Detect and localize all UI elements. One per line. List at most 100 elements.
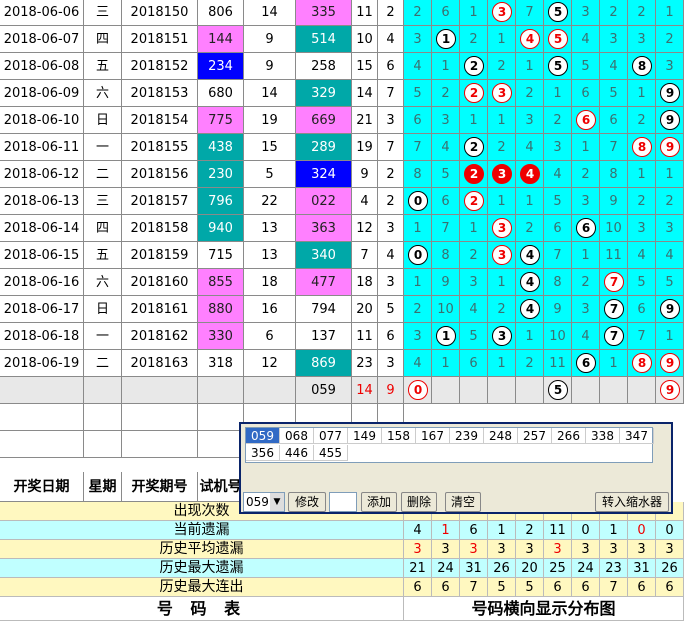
stat-value: 26 [488, 559, 516, 578]
dist-cell: 5 [628, 269, 656, 296]
dist-cell: 4 [600, 53, 628, 80]
dist-cell: 1 [572, 134, 600, 161]
number-list-item[interactable]: 248 [484, 428, 518, 444]
cell-test: 318 [198, 350, 244, 377]
modify-button[interactable]: 修改 [288, 492, 326, 512]
hit-ball: 4 [520, 299, 540, 319]
dist-cell: 8 [628, 350, 656, 377]
hit-ball: 3 [492, 83, 512, 103]
dist-cell: 5 [572, 53, 600, 80]
add-button[interactable]: 添加 [361, 492, 397, 512]
cell-s1: 19 [244, 107, 296, 134]
cell-a: 11 [352, 323, 378, 350]
cell-test: 680 [198, 80, 244, 107]
pending-blank [198, 377, 244, 404]
cell-open: 289 [296, 134, 352, 161]
hit-ball: 3 [492, 2, 512, 22]
cell-issue: 2018161 [122, 296, 198, 323]
dist-cell: 3 [572, 188, 600, 215]
cell-s1: 22 [244, 188, 296, 215]
number-list-item[interactable]: 338 [586, 428, 620, 444]
cell-open: 514 [296, 26, 352, 53]
number-list-item[interactable]: 239 [450, 428, 484, 444]
dist-cell: 3 [656, 215, 684, 242]
stat-value: 3 [488, 540, 516, 559]
footer-left: 号 码 表 [0, 597, 404, 621]
cell-test: 796 [198, 188, 244, 215]
stat-value: 5 [488, 578, 516, 597]
dist-cell: 9 [656, 296, 684, 323]
cell-a: 10 [352, 26, 378, 53]
cell-b: 7 [378, 80, 404, 107]
dist-cell: 11 [600, 242, 628, 269]
number-input[interactable] [329, 492, 357, 512]
dist-cell: 3 [460, 269, 488, 296]
stat-value: 6 [544, 578, 572, 597]
dist-cell: 5 [544, 188, 572, 215]
cell-s1: 14 [244, 0, 296, 26]
dist-cell: 2 [460, 80, 488, 107]
dist-cell: 3 [516, 107, 544, 134]
clear-button[interactable]: 清空 [445, 492, 481, 512]
hit-ball: 3 [492, 326, 512, 346]
number-list-item[interactable]: 356 [246, 445, 280, 461]
chevron-down-icon[interactable]: ▼ [270, 493, 284, 511]
pending-blank [84, 377, 122, 404]
dist-cell: 2 [488, 296, 516, 323]
dist-cell: 3 [572, 0, 600, 26]
number-list-item[interactable]: 266 [552, 428, 586, 444]
blank-cell [84, 404, 122, 431]
cell-a: 4 [352, 188, 378, 215]
dist-cell: 0 [404, 242, 432, 269]
number-list-item[interactable]: 455 [314, 445, 348, 461]
dist-cell: 4 [516, 161, 544, 188]
dist-cell: 3 [488, 215, 516, 242]
dist-cell: 2 [516, 80, 544, 107]
hit-ball: 3 [492, 164, 512, 184]
dist-cell: 1 [460, 0, 488, 26]
import-button[interactable]: 转入缩水器 [595, 492, 669, 512]
header-test: 试机号 [198, 472, 244, 502]
number-list-item[interactable]: 167 [416, 428, 450, 444]
pending-dist [600, 377, 628, 404]
dist-cell: 10 [432, 296, 460, 323]
cell-s1: 6 [244, 323, 296, 350]
hit-ball: 2 [464, 137, 484, 157]
dist-cell: 5 [404, 80, 432, 107]
delete-button[interactable]: 删除 [401, 492, 437, 512]
cell-s1: 9 [244, 53, 296, 80]
number-list-item[interactable]: 257 [518, 428, 552, 444]
blank-cell [84, 431, 122, 458]
stat-value: 20 [516, 559, 544, 578]
number-list-item[interactable]: 077 [314, 428, 348, 444]
number-list-item[interactable]: 158 [382, 428, 416, 444]
stat-value: 26 [656, 559, 684, 578]
cell-date: 2018-06-17 [0, 296, 84, 323]
dist-cell: 1 [488, 188, 516, 215]
dist-cell: 2 [628, 107, 656, 134]
dist-cell: 7 [600, 323, 628, 350]
cell-a: 7 [352, 242, 378, 269]
stat-value: 3 [432, 540, 460, 559]
cell-open: 137 [296, 323, 352, 350]
number-select[interactable]: 059 ▼ [243, 492, 285, 512]
number-list-item[interactable]: 149 [348, 428, 382, 444]
number-list-item[interactable]: 068 [280, 428, 314, 444]
number-list-item[interactable]: 446 [280, 445, 314, 461]
hit-ball: 2 [464, 83, 484, 103]
number-list-item[interactable]: 059 [246, 428, 280, 444]
dist-cell: 1 [656, 161, 684, 188]
dist-cell: 1 [488, 26, 516, 53]
number-list-item[interactable]: 347 [620, 428, 654, 444]
header-week: 星期 [84, 472, 122, 502]
dist-cell: 2 [404, 296, 432, 323]
number-list[interactable]: 059 068 077 149 158 167 239 248 257 266 338 347 356 4… [245, 427, 654, 463]
hit-ball: 9 [660, 353, 680, 373]
stat-value: 23 [600, 559, 628, 578]
cell-b: 3 [378, 269, 404, 296]
cell-week: 日 [84, 296, 122, 323]
stat-value: 6 [460, 521, 488, 540]
dist-cell: 3 [656, 53, 684, 80]
dist-cell: 1 [544, 80, 572, 107]
cell-a: 15 [352, 53, 378, 80]
